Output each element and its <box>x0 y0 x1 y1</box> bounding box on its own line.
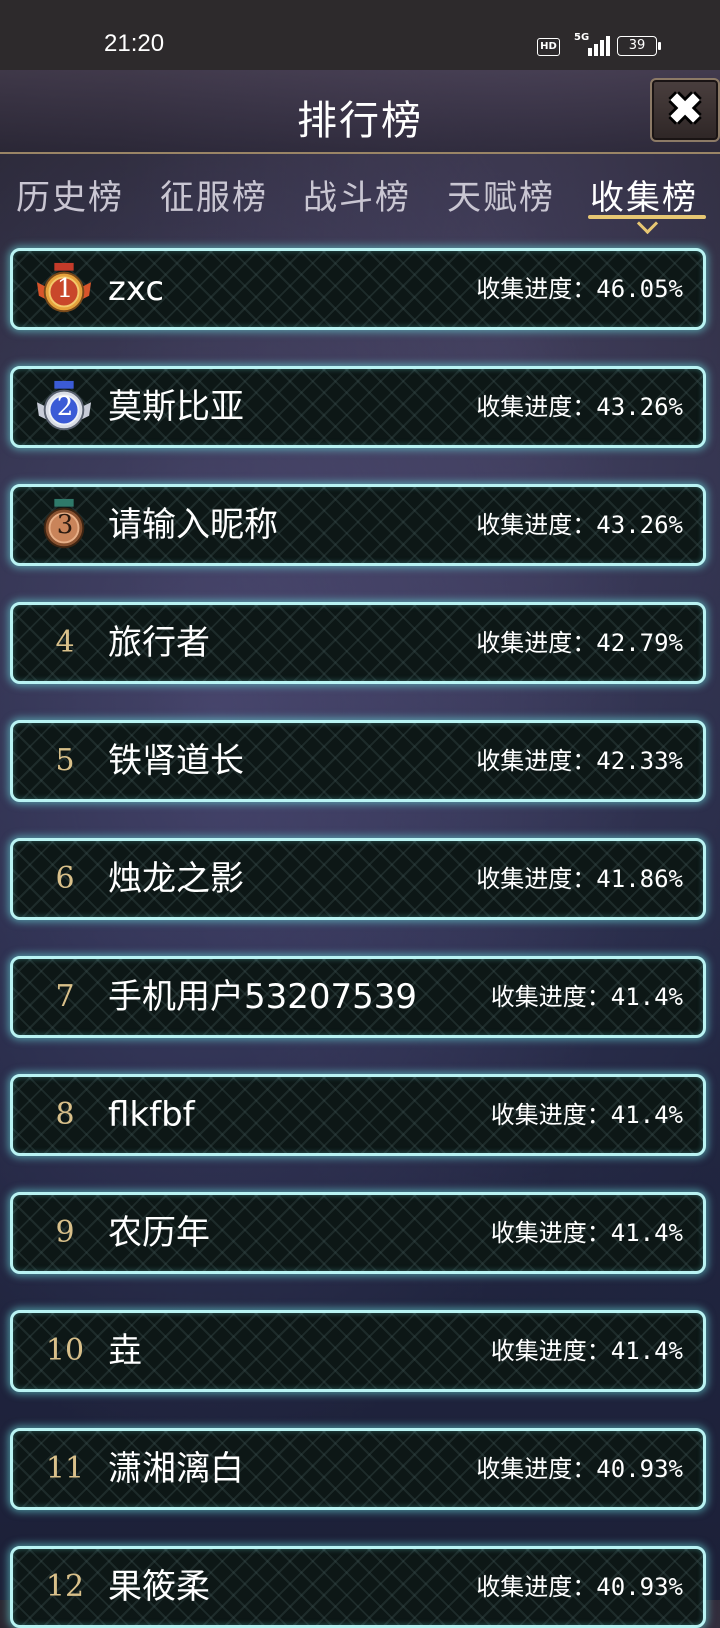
player-name: flkfbf <box>108 1095 195 1135</box>
player-name: zxc <box>108 269 165 309</box>
player-name: 烛龙之影 <box>108 859 244 899</box>
player-name: 手机用户53207539 <box>108 977 418 1017</box>
player-name: 垚 <box>108 1331 142 1371</box>
leaderboard-row[interactable]: 7 手机用户53207539 收集进度：41.4% <box>10 956 706 1038</box>
rank-number: 6 <box>55 861 75 896</box>
rank-number: 9 <box>55 1215 75 1250</box>
leaderboard-row[interactable]: 12 果筱柔 收集进度：40.93% <box>10 1546 706 1628</box>
player-name: 请输入昵称 <box>108 505 278 545</box>
player-name: 铁肾道长 <box>108 741 244 781</box>
rank-number: 2 <box>56 392 74 422</box>
leaderboard-row[interactable]: 2 莫斯比亚 收集进度：43.26% <box>10 366 706 448</box>
leaderboard-row[interactable]: 10 垚 收集进度：41.4% <box>10 1310 706 1392</box>
tab-battle[interactable]: 战斗榜 <box>303 170 411 219</box>
signal-icon: 5G <box>574 32 610 56</box>
tab-talent[interactable]: 天赋榜 <box>447 170 555 219</box>
tab-bar: 历史榜 征服榜 战斗榜 天赋榜 收集榜 <box>0 160 720 240</box>
leaderboard-row[interactable]: 8 flkfbf 收集进度：41.4% <box>10 1074 706 1156</box>
leaderboard-row[interactable]: 5 铁肾道长 收集进度：42.33% <box>10 720 706 802</box>
leaderboard-row[interactable]: 11 潇湘漓白 收集进度：40.93% <box>10 1428 706 1510</box>
collection-progress: 收集进度：40.93% <box>476 1455 683 1483</box>
leaderboard-row[interactable]: 9 农历年 收集进度：41.4% <box>10 1192 706 1274</box>
collection-progress: 收集进度：41.86% <box>476 865 683 893</box>
status-time: 21:20 <box>104 30 165 57</box>
collection-progress: 收集进度：41.4% <box>490 1337 683 1365</box>
page-title: 排行榜 <box>297 98 423 144</box>
network-label: 5G <box>574 32 590 43</box>
hd-icon: HD <box>537 38 560 56</box>
player-name: 旅行者 <box>108 623 210 663</box>
leaderboard-row[interactable]: 1 zxc 收集进度：46.05% <box>10 248 706 330</box>
tab-collection[interactable]: 收集榜 <box>590 170 698 219</box>
close-icon: ✖ <box>666 84 704 135</box>
rank-number: 4 <box>55 625 75 660</box>
status-bar: 21:20 HD 5G 39 <box>0 0 720 70</box>
player-name: 农历年 <box>108 1213 210 1253</box>
player-name: 果筱柔 <box>108 1567 210 1607</box>
collection-progress: 收集进度：41.4% <box>490 983 683 1011</box>
rank-number: 3 <box>56 510 74 540</box>
rank-number: 1 <box>56 274 74 304</box>
close-button[interactable]: ✖ <box>650 78 720 142</box>
collection-progress: 收集进度：46.05% <box>476 275 683 303</box>
leaderboard-row[interactable]: 3 请输入昵称 收集进度：43.26% <box>10 484 706 566</box>
header-bar: 排行榜 <box>0 70 720 154</box>
collection-progress: 收集进度：43.26% <box>476 511 683 539</box>
collection-progress: 收集进度：42.33% <box>476 747 683 775</box>
rank-number: 10 <box>45 1333 85 1368</box>
collection-progress: 收集进度：42.79% <box>476 629 683 657</box>
rank-number: 5 <box>55 743 75 778</box>
collection-progress: 收集进度：41.4% <box>490 1219 683 1247</box>
collection-progress: 收集进度：43.26% <box>476 393 683 421</box>
battery-icon: 39 <box>617 36 661 56</box>
leaderboard-row[interactable]: 4 旅行者 收集进度：42.79% <box>10 602 706 684</box>
rank-number: 7 <box>55 979 75 1014</box>
player-name: 莫斯比亚 <box>108 387 244 427</box>
collection-progress: 收集进度：41.4% <box>490 1101 683 1129</box>
rank-number: 12 <box>45 1569 85 1604</box>
collection-progress: 收集进度：40.93% <box>476 1573 683 1601</box>
leaderboard-row[interactable]: 6 烛龙之影 收集进度：41.86% <box>10 838 706 920</box>
player-name: 潇湘漓白 <box>108 1449 244 1489</box>
rank-number: 8 <box>55 1097 75 1132</box>
tab-conquest[interactable]: 征服榜 <box>160 170 268 219</box>
tab-history[interactable]: 历史榜 <box>16 170 124 219</box>
rank-number: 11 <box>45 1451 85 1486</box>
